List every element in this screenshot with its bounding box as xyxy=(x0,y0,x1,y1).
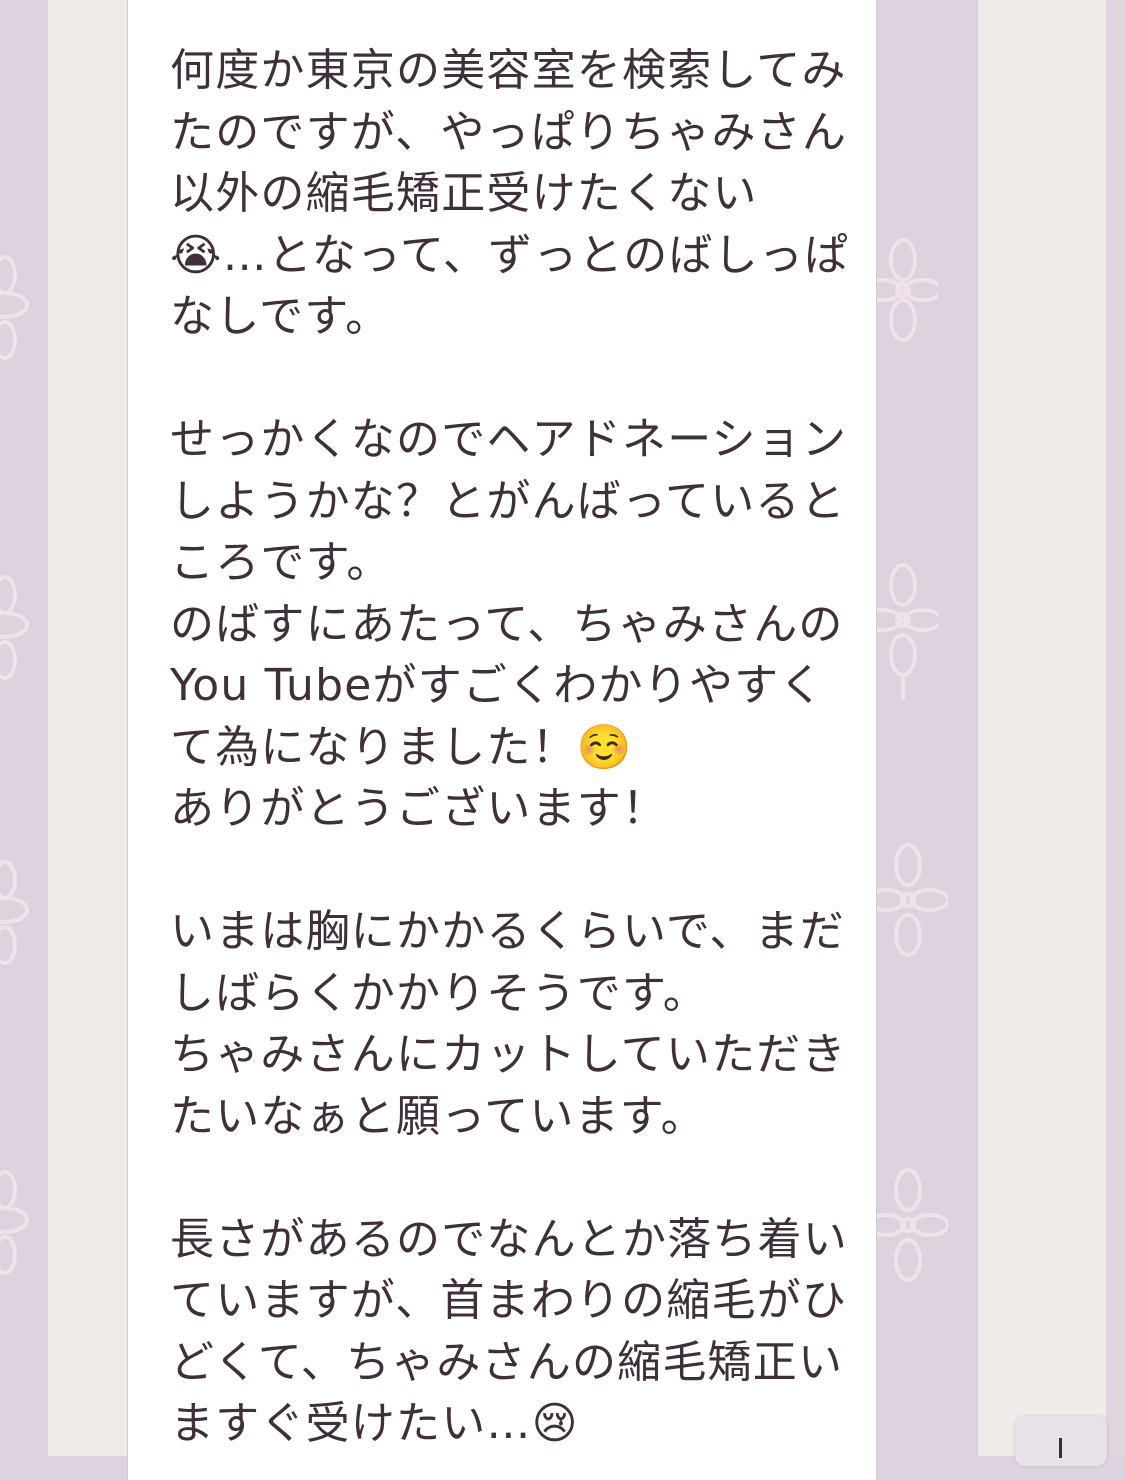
flower-icon xyxy=(868,1168,948,1282)
flower-icon xyxy=(0,255,29,360)
scroll-to-bottom-button[interactable] xyxy=(1015,1416,1107,1466)
background-strip-far-right xyxy=(1106,0,1125,1456)
flower-icon xyxy=(868,843,948,957)
flower-icon xyxy=(868,238,938,342)
flower-icon xyxy=(0,1170,29,1275)
message-text: 何度か東京の美容室を検索してみたのですが、やっぱりちゃみさん以外の縮毛矯正受けた… xyxy=(170,45,850,1449)
arrow-down-icon xyxy=(1059,1438,1062,1458)
background-strip-right xyxy=(978,0,1106,1456)
flower-icon xyxy=(868,563,938,700)
flower-icon xyxy=(0,575,29,680)
background-strip-left xyxy=(48,0,128,1456)
flower-icon xyxy=(0,860,29,965)
